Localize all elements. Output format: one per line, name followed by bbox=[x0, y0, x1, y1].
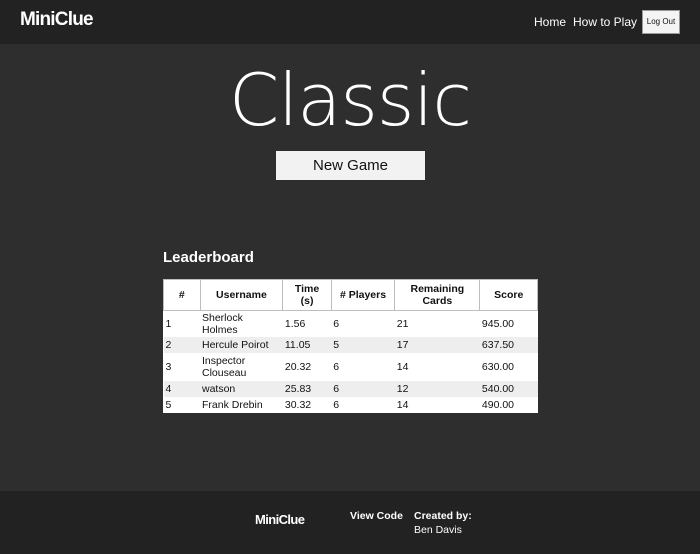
view-code-link[interactable]: View Code bbox=[350, 510, 403, 522]
column-header-time: Time (s) bbox=[282, 279, 332, 311]
username-cell: Inspector Clouseau bbox=[202, 355, 247, 379]
created-by-label: Created by: bbox=[414, 510, 472, 522]
remaining-cards-cell: 12 bbox=[396, 383, 409, 395]
table-row: 3 Inspector Clouseau 20.32 6 14 630.00 bbox=[163, 353, 538, 381]
score-cell: 637.50 bbox=[481, 339, 515, 351]
rank-cell: 2 bbox=[165, 339, 172, 351]
players-cell: 6 bbox=[333, 318, 340, 330]
table-header-row: # Username Time (s) # Players Remaining … bbox=[163, 279, 538, 311]
time-cell: 20.32 bbox=[284, 361, 312, 373]
players-cell: 6 bbox=[333, 361, 340, 373]
remaining-cards-cell: 21 bbox=[396, 318, 409, 330]
username-cell: Sherlock Holmes bbox=[202, 312, 243, 336]
remaining-cards-cell: 14 bbox=[396, 361, 409, 373]
navbar: MiniClue Home How to Play Log Out bbox=[0, 0, 700, 44]
remaining-cards-cell: 17 bbox=[396, 339, 409, 351]
rank-cell: 5 bbox=[165, 399, 172, 411]
score-cell: 490.00 bbox=[481, 399, 515, 411]
column-header-score: Score bbox=[479, 279, 538, 311]
rank-cell: 4 bbox=[165, 383, 172, 395]
rank-cell: 3 bbox=[165, 361, 172, 373]
brand-logo[interactable]: MiniClue bbox=[20, 9, 94, 31]
footer: MiniClue View Code Created by: Ben Davis bbox=[0, 491, 700, 554]
remaining-cards-cell: 14 bbox=[396, 399, 409, 411]
new-game-button[interactable]: New Game bbox=[276, 151, 425, 180]
players-cell: 6 bbox=[333, 383, 340, 395]
username-cell: Frank Drebin bbox=[202, 399, 263, 411]
score-cell: 630.00 bbox=[481, 361, 515, 373]
score-cell: 540.00 bbox=[481, 383, 515, 395]
leaderboard-table: # Username Time (s) # Players Remaining … bbox=[163, 279, 538, 413]
leaderboard-heading: Leaderboard bbox=[163, 249, 254, 266]
author-name: Ben Davis bbox=[414, 524, 462, 536]
score-cell: 945.00 bbox=[481, 318, 515, 330]
column-header-remaining-cards: Remaining Cards bbox=[394, 279, 481, 311]
nav-home-link[interactable]: Home bbox=[534, 15, 566, 29]
username-cell: watson bbox=[202, 383, 236, 395]
table-row: 2 Hercule Poirot 11.05 5 17 637.50 bbox=[163, 337, 538, 353]
time-cell: 1.56 bbox=[284, 318, 306, 330]
column-header-username: Username bbox=[199, 279, 284, 311]
players-cell: 6 bbox=[333, 399, 340, 411]
log-out-button[interactable]: Log Out bbox=[642, 10, 680, 34]
players-cell: 5 bbox=[333, 339, 340, 351]
rank-cell: 1 bbox=[165, 318, 172, 330]
time-cell: 11.05 bbox=[284, 339, 311, 351]
footer-brand-logo[interactable]: MiniClue bbox=[255, 512, 305, 527]
table-row: 5 Frank Drebin 30.32 6 14 490.00 bbox=[163, 397, 538, 413]
time-cell: 25.83 bbox=[284, 383, 312, 395]
table-row: 1 Sherlock Holmes 1.56 6 21 945.00 bbox=[163, 310, 538, 337]
time-cell: 30.32 bbox=[284, 399, 312, 411]
page-title: Classic bbox=[228, 58, 472, 142]
column-header-players: # Players bbox=[330, 279, 396, 311]
nav-how-to-play-link[interactable]: How to Play bbox=[573, 15, 637, 29]
username-cell: Hercule Poirot bbox=[202, 339, 269, 351]
column-header-rank: # bbox=[163, 279, 201, 311]
table-row: 4 watson 25.83 6 12 540.00 bbox=[163, 381, 538, 397]
